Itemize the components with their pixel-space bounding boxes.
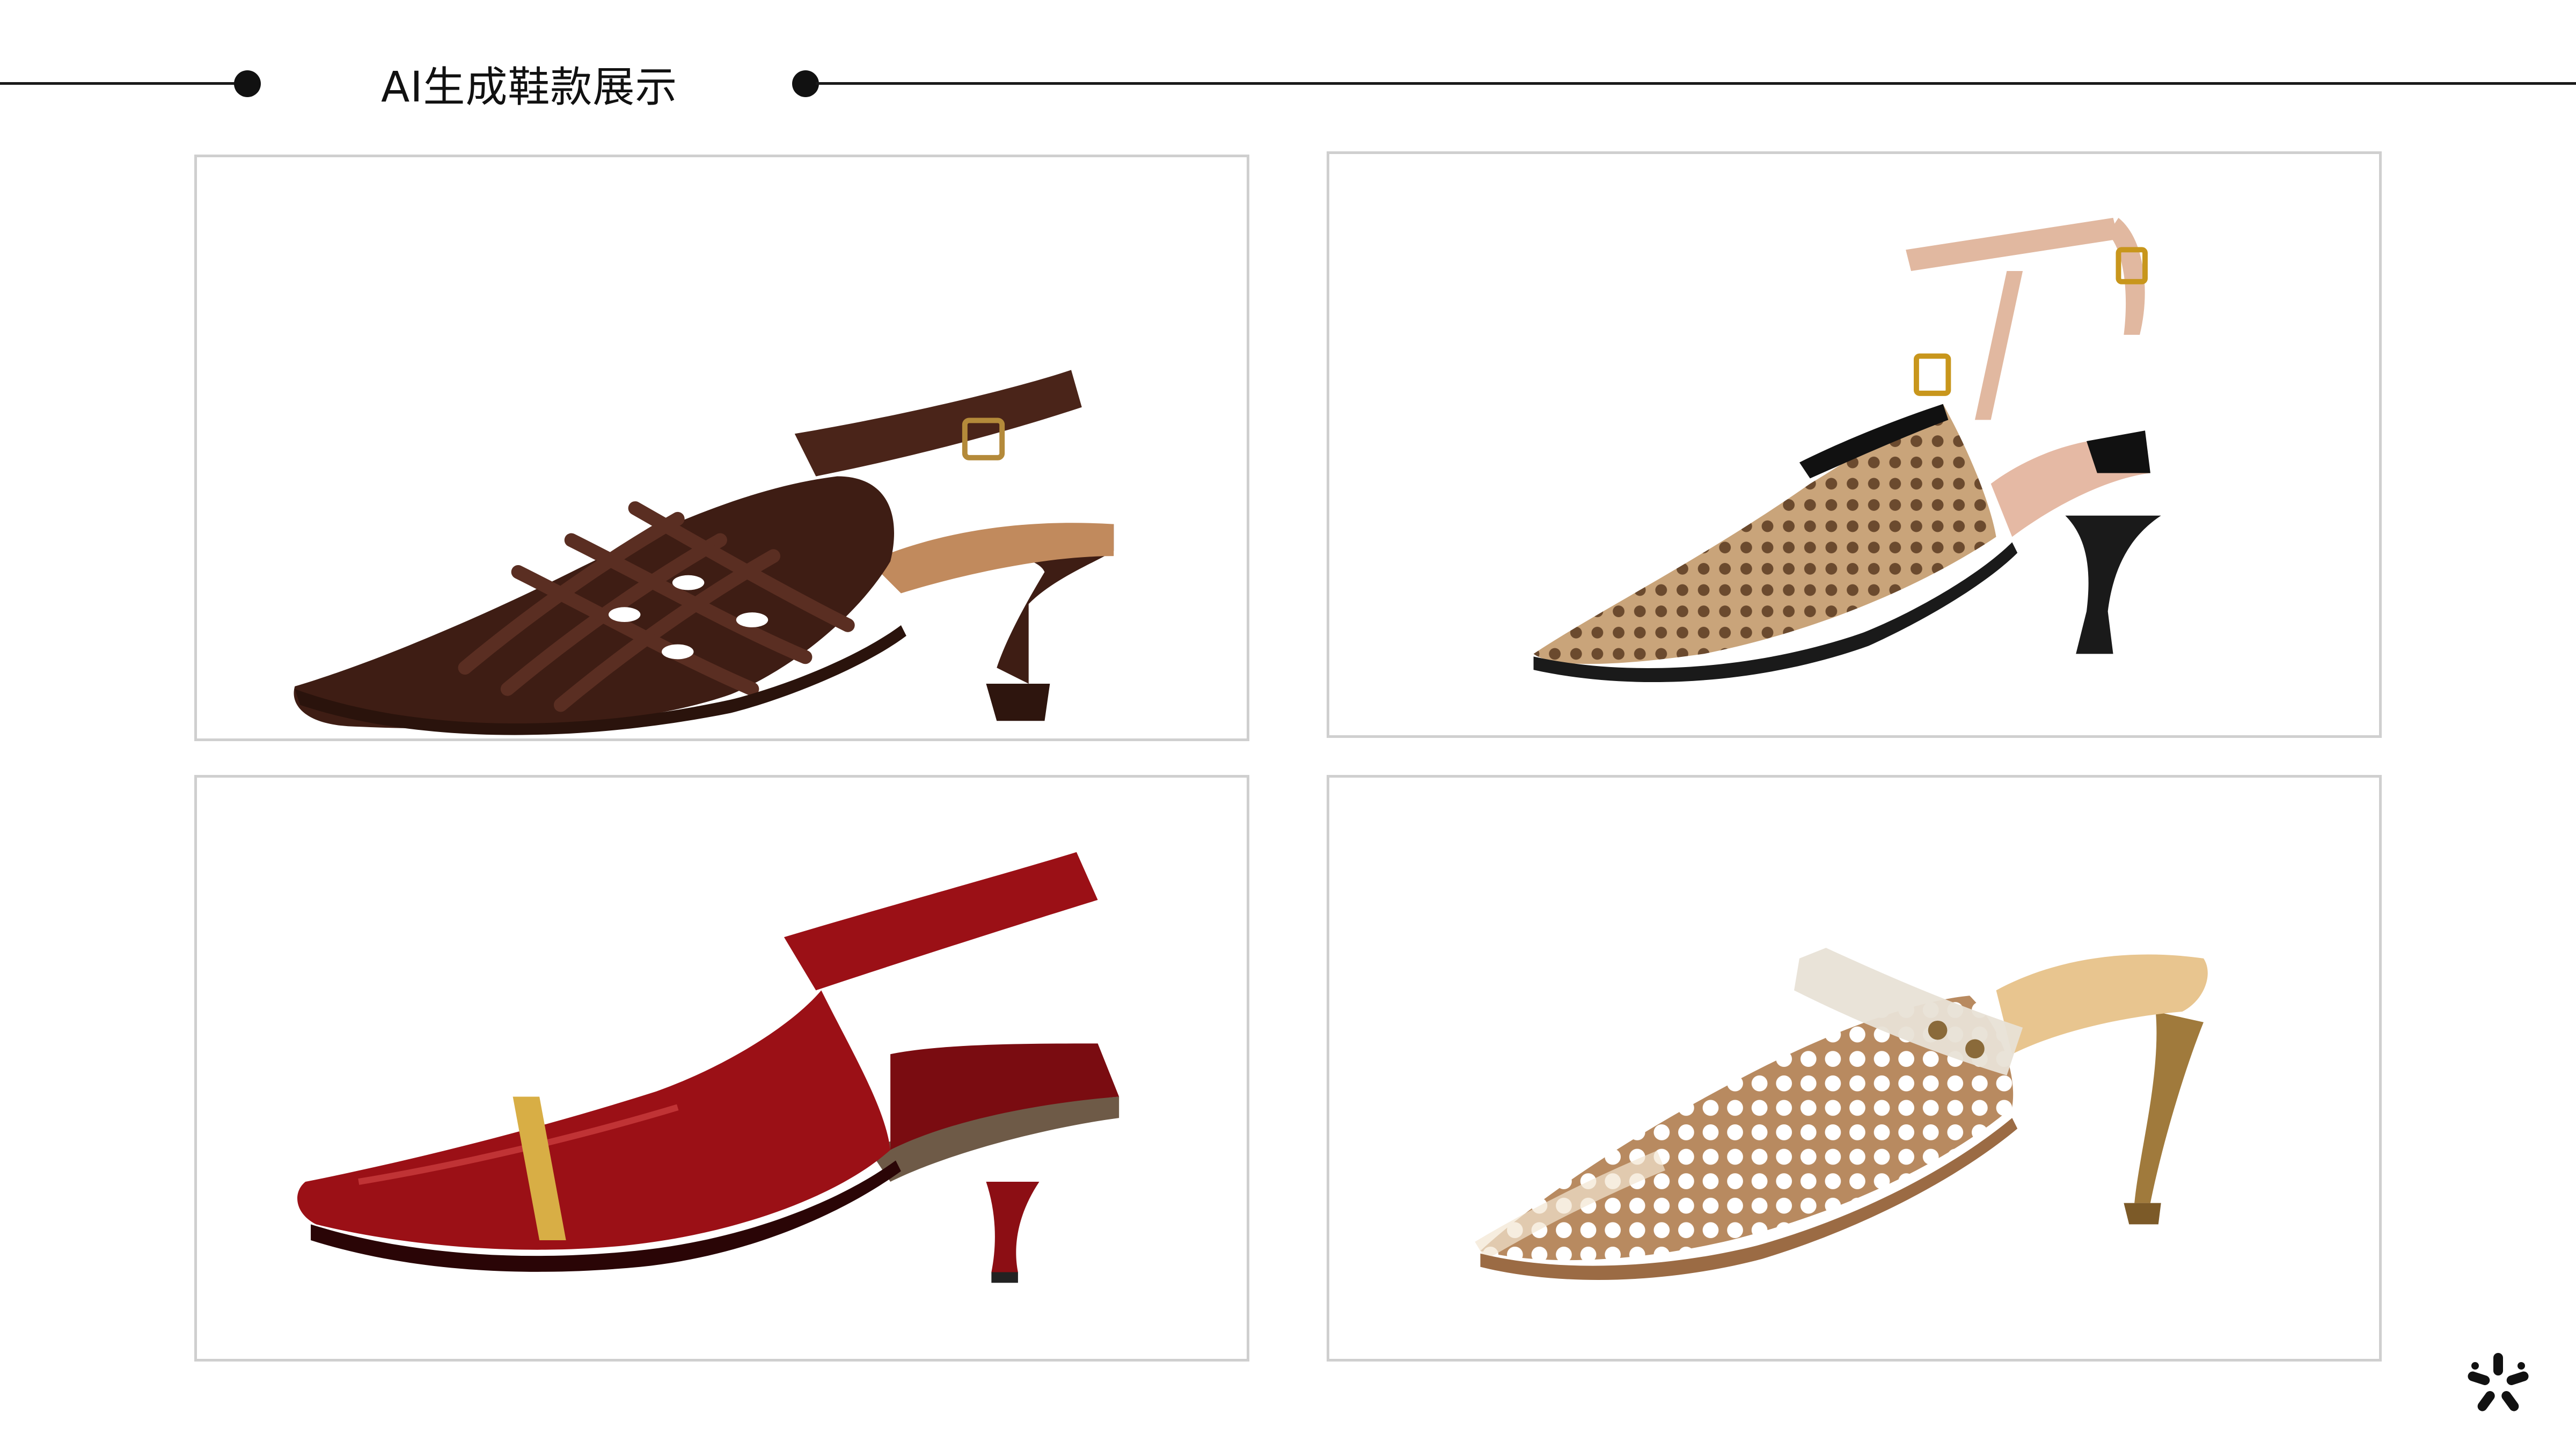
header-rule-left [0, 82, 236, 85]
brown-woven-leather-slingback-icon [294, 370, 1114, 735]
shoe-frame-2 [1327, 151, 2382, 738]
header-dot-left [234, 70, 261, 97]
header-dot-right [792, 70, 819, 97]
page-title: AI生成鞋款展示 [381, 63, 678, 112]
header-rule-right [816, 82, 2576, 85]
red-patent-slingback-icon [297, 852, 1119, 1283]
shoe-frame-3 [194, 775, 1249, 1362]
flower-logo-icon [2463, 1350, 2533, 1419]
shoe-frame-4 [1327, 775, 2382, 1362]
rattan-t-strap-slingback-icon [1533, 217, 2161, 683]
shoe-frame-1 [194, 155, 1249, 741]
woven-mesh-mule-icon [1475, 948, 2208, 1280]
